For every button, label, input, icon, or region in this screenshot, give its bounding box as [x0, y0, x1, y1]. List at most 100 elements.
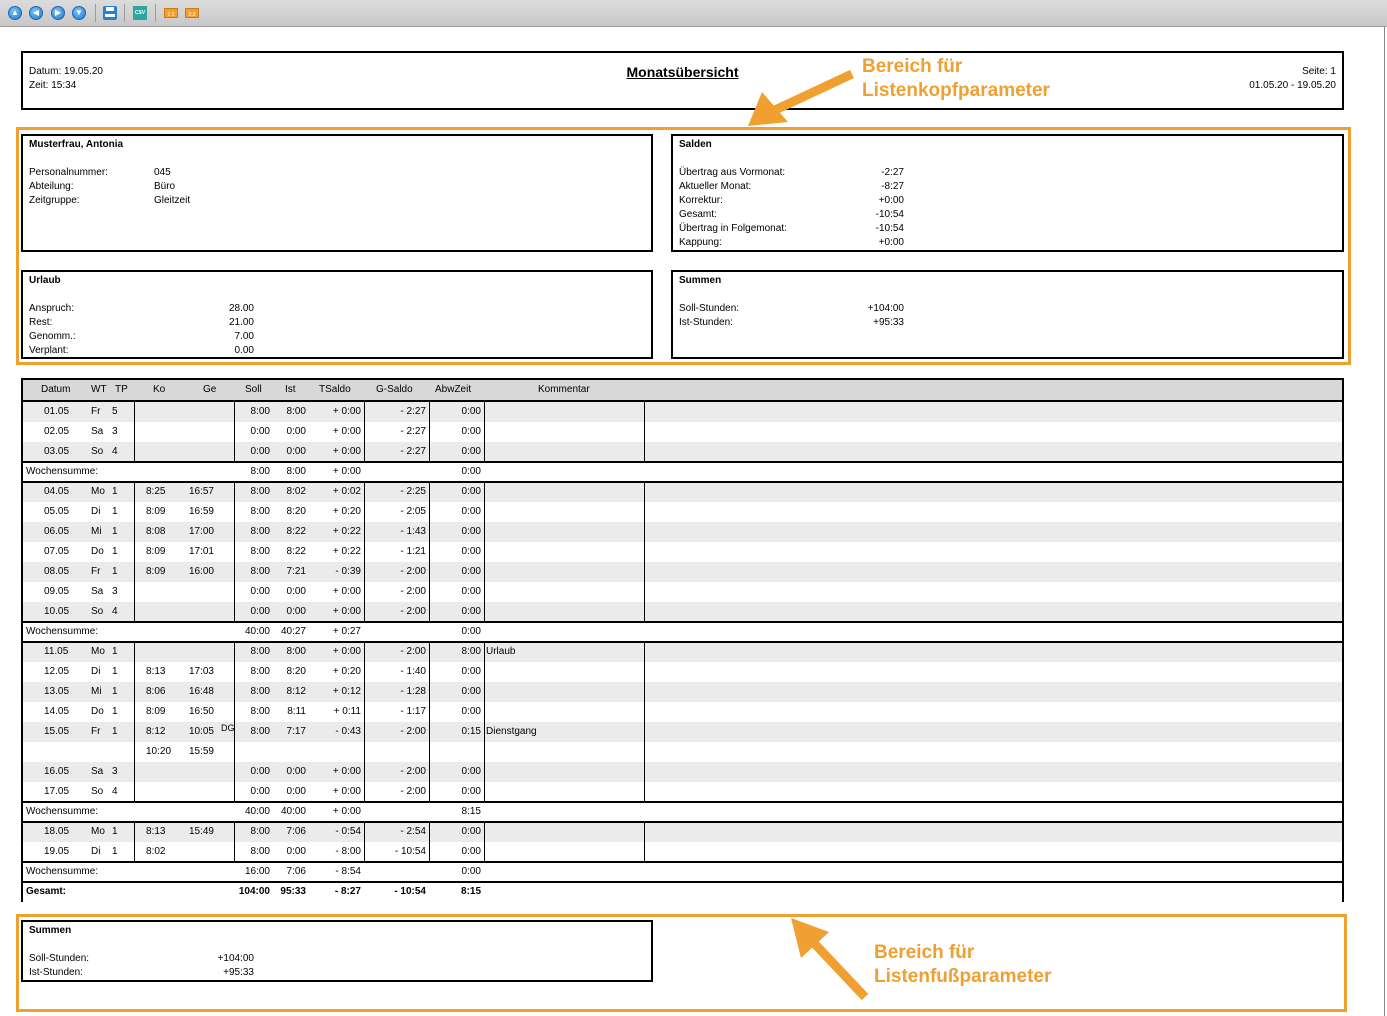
cell-wt: Sa	[91, 766, 104, 777]
info-row: Korrektur: +0:00	[679, 194, 914, 208]
cell-tsaldo: + 0:00	[332, 446, 361, 457]
cell-datum: 14.05	[44, 706, 70, 717]
toolbar: ▲ ◀ ▶ ▼ CSV 1:1 2:2	[0, 0, 1387, 27]
cell-ist: 0:00	[286, 786, 306, 797]
info-row: Rest: 21.00	[29, 316, 264, 330]
field-label: Rest:	[29, 317, 53, 328]
cell-tp: 1	[112, 526, 118, 537]
cell-ist: 0:00	[286, 586, 306, 597]
cell-wt: Mo	[91, 646, 105, 657]
cell-soll: 0:00	[250, 586, 270, 597]
cell-gsaldo: - 1:40	[400, 666, 426, 677]
field-label: Gesamt:	[679, 209, 717, 220]
cell-abw: 0:00	[461, 666, 481, 677]
toolbar-separator	[95, 4, 96, 22]
cell-wt: Mi	[91, 686, 102, 697]
cell-gsaldo: - 10:54	[394, 846, 426, 857]
info-row: Ist-Stunden: +95:33	[29, 966, 264, 980]
cell-wt: Mi	[91, 526, 102, 537]
row-label: Wochensumme:	[26, 806, 99, 817]
field-value: -10:54	[875, 209, 904, 220]
cell-ko: 8:25	[146, 486, 166, 497]
column-header: Ko	[153, 384, 166, 395]
cell-datum: 19.05	[44, 846, 70, 857]
cell-tsaldo: - 8:27	[334, 886, 361, 897]
field-label: Aktueller Monat:	[679, 181, 752, 192]
table-row: 03.05 So 4 - 2:27 0:00 0:00 + 0:00 0:00	[23, 442, 1342, 462]
export-2-button[interactable]: 2:2	[185, 8, 199, 18]
field-value: +104:00	[217, 953, 254, 964]
cell-tp: 5	[112, 406, 118, 417]
field-label: Genomm.:	[29, 331, 76, 342]
cell-abw: 0:00	[461, 846, 481, 857]
cell-abw: 0:00	[461, 786, 481, 797]
row-divider	[23, 861, 1342, 863]
cell-abw: 0:00	[461, 686, 481, 697]
cell-abw: 0:00	[461, 446, 481, 457]
cell-ge: 17:03	[188, 666, 214, 677]
person-box: Musterfrau, Antonia Personalnummer: 045 …	[21, 134, 653, 252]
csv-export-button[interactable]: CSV	[133, 6, 147, 20]
cell-ist: 0:00	[286, 606, 306, 617]
field-value: +95:33	[223, 967, 254, 978]
header-page: Seite: 1	[1302, 66, 1336, 77]
callout-line: Listenkopfparameter	[862, 80, 1050, 101]
cell-wt: Di	[91, 846, 101, 857]
callout-footer-params: Bereich für Listenfußparameter	[874, 941, 1051, 989]
cell-wt: Di	[91, 506, 101, 517]
print-icon[interactable]	[103, 6, 117, 20]
cell-ist: 8:20	[286, 666, 306, 677]
cell-ist: 8:11	[287, 706, 306, 717]
cell-tp: 1	[112, 666, 118, 677]
cell-soll: 16:00	[244, 866, 270, 877]
cell-gsaldo: - 1:21	[400, 546, 426, 557]
field-value: Büro	[154, 181, 176, 192]
cell-ist: 7:21	[286, 566, 306, 577]
cell-tsaldo: + 0:20	[332, 666, 361, 677]
cell-ist: 0:00	[286, 766, 306, 777]
cell-tsaldo: + 0:00	[332, 646, 361, 657]
row-divider	[23, 461, 1342, 463]
cell-soll: 40:00	[244, 626, 270, 637]
last-page-icon[interactable]: ▼	[72, 6, 86, 20]
cell-gsaldo: - 2:00	[400, 786, 426, 797]
info-row: Verplant: 0.00	[29, 344, 264, 358]
export-1-button[interactable]: 1:1	[164, 8, 178, 18]
cell-abw: 0:00	[461, 526, 481, 537]
cell-ist: 0:00	[286, 846, 306, 857]
info-row: Übertrag in Folgemonat: -10:54	[679, 222, 914, 236]
cell-kommentar: Dienstgang	[486, 726, 537, 737]
cell-tsaldo: - 0:39	[335, 566, 361, 577]
cell-ist: 8:02	[286, 486, 306, 497]
column-divider	[484, 822, 485, 862]
cell-ge: 16:50	[188, 706, 214, 717]
field-label: Ist-Stunden:	[29, 967, 83, 978]
next-page-icon[interactable]: ▶	[51, 6, 65, 20]
cell-soll: 0:00	[250, 766, 270, 777]
cell-ist: 8:00	[286, 466, 306, 477]
total-row: Gesamt: - 10:54 104:00 95:33 - 8:27 8:15	[23, 882, 1342, 902]
cell-ge: 10:05	[188, 726, 214, 737]
summen-footer-box: Summen Soll-Stunden: +104:00 Ist-Stunden: +…	[21, 920, 653, 982]
cell-ge: 15:49	[188, 826, 214, 837]
row-divider	[23, 481, 1342, 483]
cell-tp: 3	[112, 426, 118, 437]
previous-page-icon[interactable]: ◀	[29, 6, 43, 20]
cell-abw: 0:00	[461, 426, 481, 437]
cell-tp: 1	[112, 826, 118, 837]
field-value: +104:00	[867, 303, 904, 314]
cell-abw: 0:00	[461, 546, 481, 557]
info-row: Übertrag aus Vormonat: -2:27	[679, 166, 914, 180]
first-page-icon[interactable]: ▲	[8, 6, 22, 20]
field-label: Soll-Stunden:	[29, 953, 90, 964]
cell-datum: 11.05	[44, 646, 69, 657]
cell-tsaldo: + 0:00	[332, 466, 361, 477]
header-period: 01.05.20 - 19.05.20	[1249, 80, 1336, 91]
column-divider	[234, 642, 235, 802]
field-label: Kappung:	[679, 237, 722, 248]
cell-wt: Fr	[91, 566, 101, 577]
column-header: G-Saldo	[376, 384, 413, 395]
table-row: 01.05 Fr 5 - 2:27 8:00 8:00 + 0:00 0:00	[23, 402, 1342, 422]
cell-datum: 16.05	[44, 766, 70, 777]
cell-ko: 8:09	[146, 566, 166, 577]
